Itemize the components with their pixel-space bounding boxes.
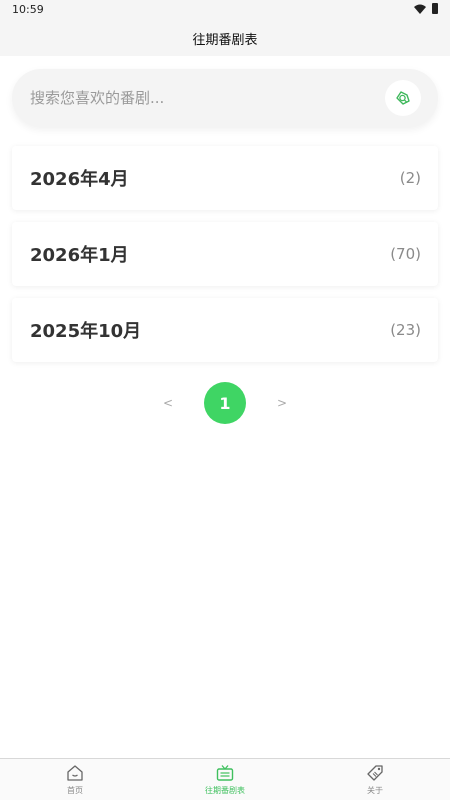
tag-icon xyxy=(367,765,383,781)
battery-icon xyxy=(432,3,438,14)
season-card-2025-10[interactable]: 2025年10月 (23) xyxy=(12,298,438,362)
app-header: 往期番剧表 xyxy=(0,20,450,56)
season-list: 2026年4月 (2) 2026年1月 (70) 2025年10月 (23) xyxy=(12,146,438,374)
pagination: < 1 > xyxy=(0,382,450,424)
search-button[interactable] xyxy=(385,80,421,116)
search-input[interactable] xyxy=(30,89,385,107)
page-title: 往期番剧表 xyxy=(192,32,258,48)
nav-item-home[interactable]: 首页 xyxy=(0,759,150,800)
season-count: (23) xyxy=(390,321,421,339)
wifi-icon xyxy=(414,4,426,14)
status-time: 10:59 xyxy=(12,3,44,16)
search-icon xyxy=(396,91,410,105)
season-count: (2) xyxy=(399,169,421,187)
tv-icon xyxy=(216,765,234,781)
nav-item-archive[interactable]: 往期番剧表 xyxy=(150,759,300,800)
nav-label-about: 关于 xyxy=(367,786,383,795)
home-icon xyxy=(67,765,83,781)
search-bar xyxy=(12,69,438,127)
season-title: 2026年4月 xyxy=(30,169,129,190)
season-title: 2026年1月 xyxy=(30,245,129,266)
status-bar: 10:59 xyxy=(0,0,450,20)
prev-page-button[interactable]: < xyxy=(153,388,183,418)
season-count: (70) xyxy=(390,245,421,263)
status-icons xyxy=(414,3,438,14)
season-card-2026-04[interactable]: 2026年4月 (2) xyxy=(12,146,438,210)
nav-label-home: 首页 xyxy=(67,786,83,795)
bottom-nav: 首页 往期番剧表 关于 xyxy=(0,758,450,800)
next-page-button[interactable]: > xyxy=(267,388,297,418)
current-page-button[interactable]: 1 xyxy=(204,382,246,424)
nav-item-about[interactable]: 关于 xyxy=(300,759,450,800)
season-title: 2025年10月 xyxy=(30,321,142,342)
nav-label-archive: 往期番剧表 xyxy=(205,786,245,795)
season-card-2026-01[interactable]: 2026年1月 (70) xyxy=(12,222,438,286)
